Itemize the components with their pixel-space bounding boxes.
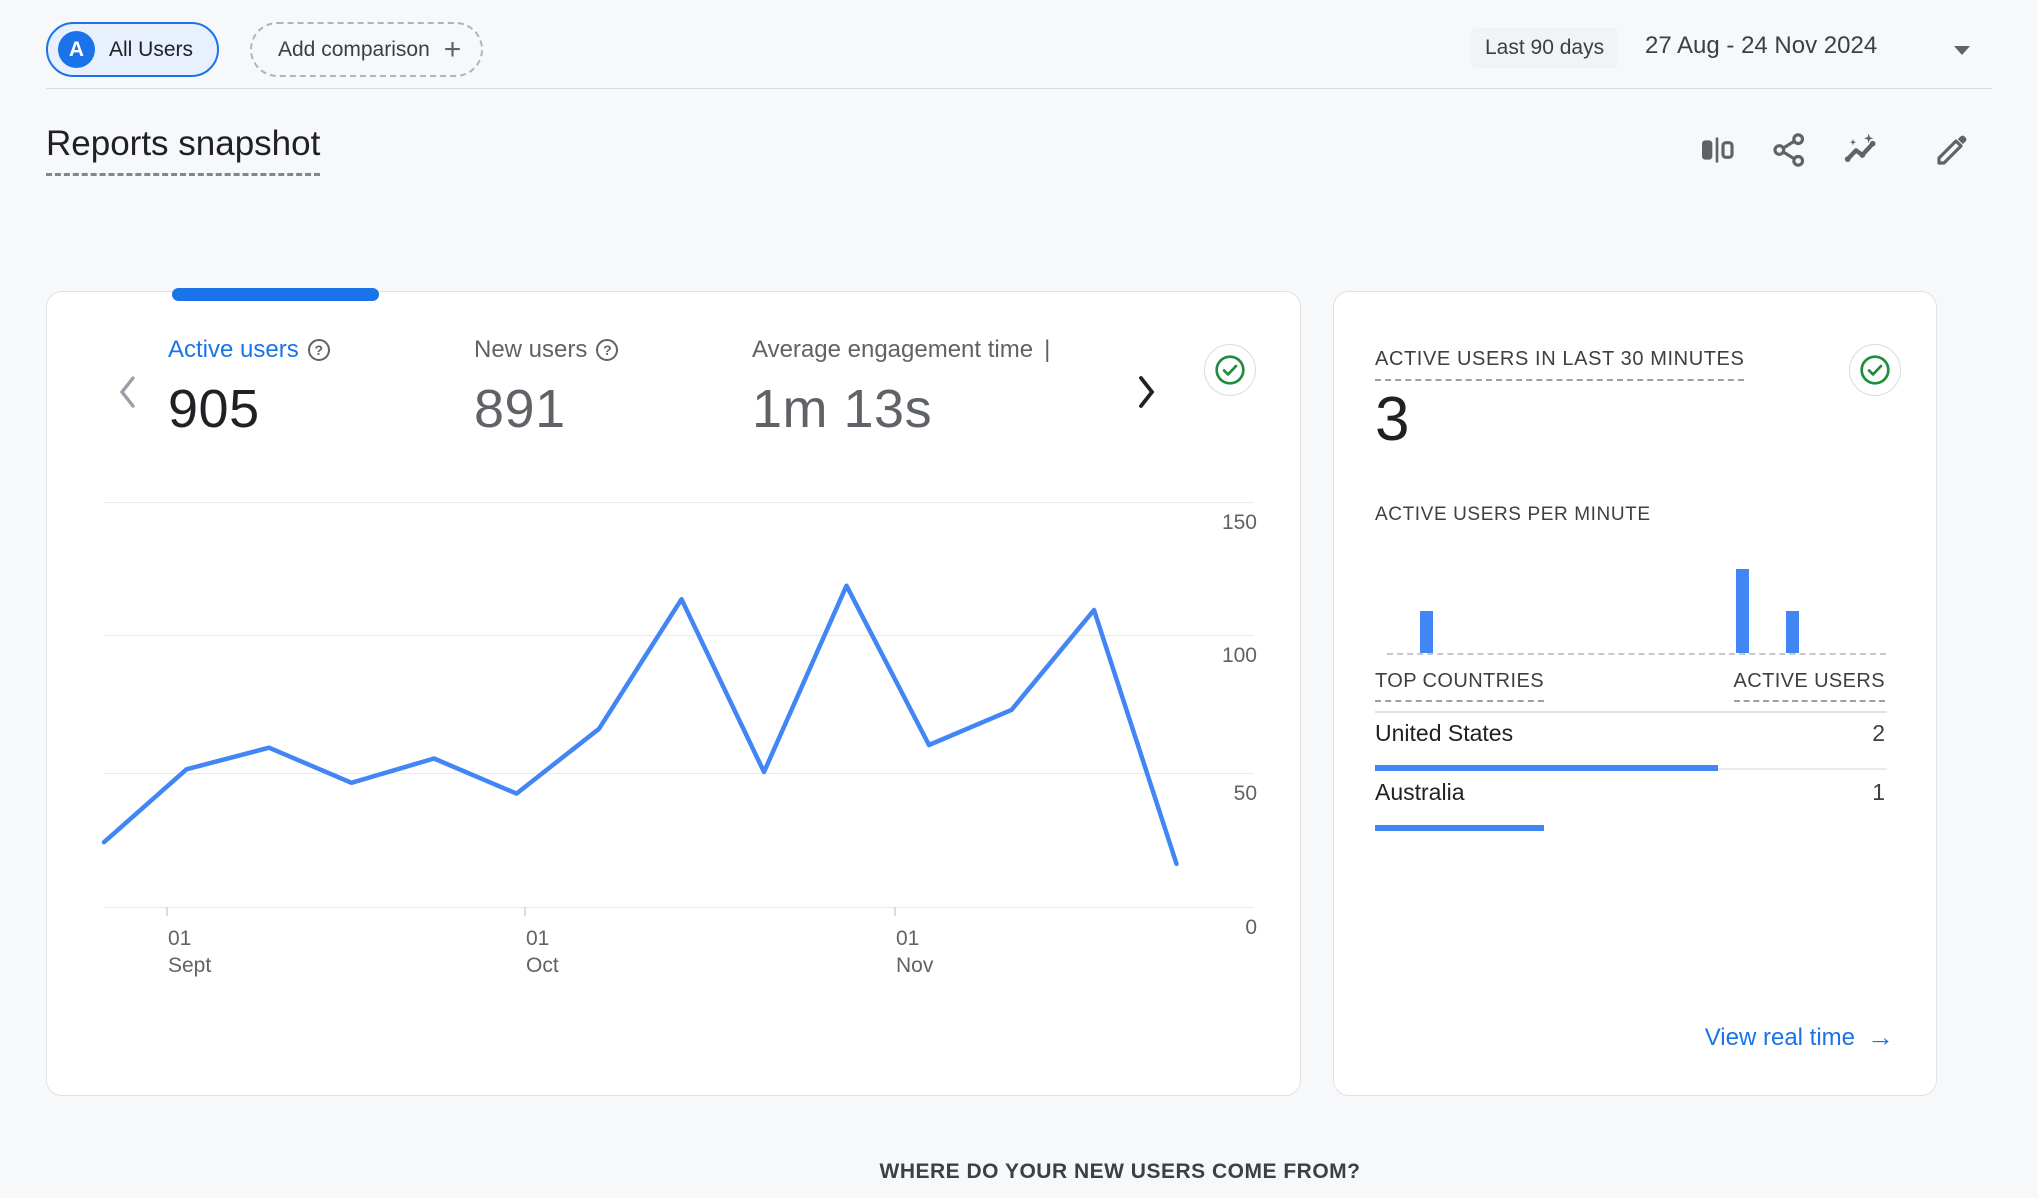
add-comparison-button[interactable]: Add comparison +: [250, 22, 484, 77]
ab-comparison-icon: [1702, 137, 1734, 163]
metric-label: Active users: [168, 336, 299, 363]
realtime-title: ACTIVE USERS IN LAST 30 MINUTES: [1375, 348, 1745, 381]
country-value: 2: [1872, 720, 1885, 746]
y-axis-label: 50: [1233, 782, 1257, 805]
help-icon[interactable]: ?: [596, 339, 619, 361]
per-minute-bar: [1786, 611, 1800, 653]
active-users-30min-value: 3: [1375, 385, 1410, 454]
view-real-time-link[interactable]: View real time →: [1705, 1022, 1894, 1053]
country-name: United States: [1375, 720, 1514, 746]
date-range-badge: Last 90 days: [1471, 28, 1619, 68]
x-axis-label: 01 Oct: [526, 927, 559, 977]
metric-value: 905: [168, 379, 260, 439]
comparison-toggle-button[interactable]: [1695, 128, 1739, 172]
country-value: 1: [1872, 779, 1885, 805]
country-bar-fill: [1375, 765, 1718, 771]
y-axis-label: 150: [1221, 511, 1257, 534]
audience-all-users-pill[interactable]: A All Users: [46, 22, 220, 77]
column-header-active-users: ACTIVE USERS: [1733, 670, 1885, 702]
metrics-scroll-left-button[interactable]: [115, 372, 141, 417]
country-bar-fill: [1375, 825, 1544, 831]
y-axis-label: 0: [1245, 916, 1257, 939]
table-header-divider: [1375, 711, 1887, 713]
insights-icon: [1844, 133, 1876, 162]
gridline-150: [104, 502, 1254, 503]
metric-label: Average engagement time: [752, 336, 1034, 363]
label-truncation-mark: |: [1044, 336, 1051, 363]
column-header-countries: TOP COUNTRIES: [1375, 670, 1544, 702]
metrics-scroll-right-button[interactable]: [1133, 372, 1159, 417]
check-circle-icon: [1215, 355, 1245, 385]
x-axis-tick: [524, 907, 526, 916]
edit-button[interactable]: [1930, 128, 1974, 172]
realtime-card: ACTIVE USERS IN LAST 30 MINUTES 3 ACTIVE…: [1333, 291, 1937, 1096]
next-section-title: WHERE DO YOUR NEW USERS COME FROM?: [879, 1160, 1361, 1183]
chevron-down-icon[interactable]: [1954, 46, 1970, 55]
date-range-value[interactable]: 27 Aug - 24 Nov 2024: [1645, 32, 1877, 60]
share-button[interactable]: [1767, 128, 1811, 172]
metric-value: 1m 13s: [752, 379, 933, 439]
per-minute-bar: [1420, 611, 1434, 653]
gridline-100: [104, 635, 1254, 636]
share-icon: [1773, 133, 1805, 167]
tab-active-users[interactable]: Active users ? 905: [168, 336, 330, 440]
insights-button[interactable]: [1839, 128, 1883, 172]
data-quality-button[interactable]: [1849, 344, 1901, 396]
page-title: Reports snapshot: [46, 124, 321, 176]
view-real-time-label: View real time: [1704, 1023, 1855, 1051]
per-minute-bar: [1736, 569, 1750, 653]
audience-label: All Users: [109, 37, 194, 61]
top-bar: A All Users Add comparison + Last 90 day…: [0, 0, 2038, 89]
gridline-50: [104, 773, 1254, 774]
audience-avatar: A: [58, 31, 95, 68]
help-icon[interactable]: ?: [307, 339, 330, 361]
add-comparison-label: Add comparison: [278, 37, 430, 61]
selected-tab-indicator: [172, 288, 379, 301]
plus-icon: +: [443, 32, 462, 66]
data-quality-button[interactable]: [1204, 344, 1256, 396]
tab-new-users[interactable]: New users ? 891: [474, 336, 619, 440]
gridline-0: [104, 907, 1254, 908]
x-axis-label: 01 Sept: [168, 927, 212, 977]
y-axis-label: 100: [1221, 644, 1257, 667]
chevron-left-icon: [119, 376, 135, 408]
metric-value: 891: [474, 379, 566, 439]
edit-pencil-icon: [1937, 135, 1967, 165]
country-name: Australia: [1375, 779, 1465, 805]
tab-avg-engagement-time[interactable]: Average engagement time | 1m 13s: [752, 336, 1050, 440]
x-axis-tick: [894, 907, 896, 916]
per-minute-label: ACTIVE USERS PER MINUTE: [1375, 504, 1651, 525]
x-axis-label: 01 Nov: [896, 927, 934, 977]
chevron-right-icon: [1139, 376, 1155, 408]
arrow-right-icon: →: [1867, 1022, 1894, 1052]
check-circle-icon: [1860, 355, 1890, 385]
overview-card: Active users ? 905 New users ? 891 Avera…: [46, 288, 1301, 1096]
per-minute-baseline: [1387, 653, 1886, 655]
header-divider: [46, 88, 1992, 89]
x-axis-tick: [166, 907, 168, 916]
metric-label: New users: [474, 336, 588, 363]
